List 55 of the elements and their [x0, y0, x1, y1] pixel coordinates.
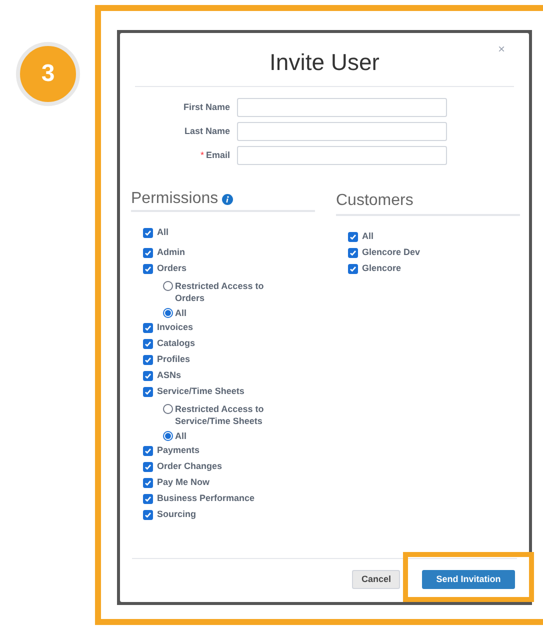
checkbox-label: All	[157, 227, 169, 238]
text-field[interactable]	[237, 98, 447, 117]
checkbox-label: Sourcing	[157, 509, 196, 520]
send-invitation-button[interactable]: Send Invitation	[422, 570, 515, 589]
checkbox-label: Glencore Dev	[362, 247, 420, 258]
field-label: Last Name	[184, 124, 230, 138]
checkbox[interactable]	[143, 248, 153, 258]
checkbox-label: Catalogs	[157, 338, 196, 349]
section-heading: Permissions	[131, 189, 218, 209]
radio-label: All	[175, 430, 187, 442]
checkbox[interactable]	[348, 248, 358, 258]
checkbox[interactable]	[143, 339, 153, 349]
section-heading: Customers	[336, 192, 414, 209]
checkbox-label: Profiles	[157, 354, 190, 365]
checkbox-label: Pay Me Now	[157, 477, 210, 488]
checkbox-label: Glencore	[362, 263, 402, 274]
checkbox[interactable]	[143, 228, 153, 238]
checkbox[interactable]	[143, 323, 153, 333]
field-label: First Name	[183, 100, 230, 114]
required-mark: *	[200, 148, 204, 162]
radio-label: Restricted Access to Orders	[175, 280, 265, 304]
radio-label: Restricted Access to Service/Time Sheets	[175, 403, 265, 427]
cancel-button[interactable]: Cancel	[352, 570, 400, 589]
radio-button[interactable]	[163, 281, 173, 291]
radio-label: All	[175, 307, 187, 319]
checkbox[interactable]	[143, 355, 153, 365]
checkbox-label: Service/Time Sheets	[157, 386, 244, 397]
checkbox-label: Business Performance	[157, 493, 255, 504]
checkbox[interactable]	[143, 264, 153, 274]
text-field[interactable]	[237, 122, 447, 141]
checkbox[interactable]	[143, 478, 153, 488]
checkbox-label: Payments	[157, 445, 200, 456]
checkbox-label: ASNs	[157, 370, 182, 381]
info-icon[interactable]	[222, 194, 234, 204]
checkbox[interactable]	[143, 446, 153, 456]
checkbox[interactable]	[143, 462, 153, 472]
field-label: Email	[206, 148, 230, 162]
checkbox-label: Admin	[157, 247, 185, 258]
checkbox[interactable]	[348, 264, 358, 274]
checkbox-label: All	[362, 231, 374, 242]
checkbox[interactable]	[143, 510, 153, 520]
dialog-title: Invite User	[270, 48, 380, 77]
radio-button[interactable]	[163, 308, 173, 318]
text-field[interactable]	[237, 146, 447, 165]
radio-button[interactable]	[163, 404, 173, 414]
checkbox[interactable]	[143, 494, 153, 504]
checkbox-label: Order Changes	[157, 461, 222, 472]
checkbox[interactable]	[143, 371, 153, 381]
close-button[interactable]: ×	[498, 43, 505, 55]
checkbox[interactable]	[348, 232, 358, 242]
step-badge: 3	[16, 42, 80, 106]
checkbox-label: Orders	[157, 263, 187, 274]
checkbox[interactable]	[143, 387, 153, 397]
radio-button[interactable]	[163, 431, 173, 441]
checkbox-label: Invoices	[157, 322, 194, 333]
